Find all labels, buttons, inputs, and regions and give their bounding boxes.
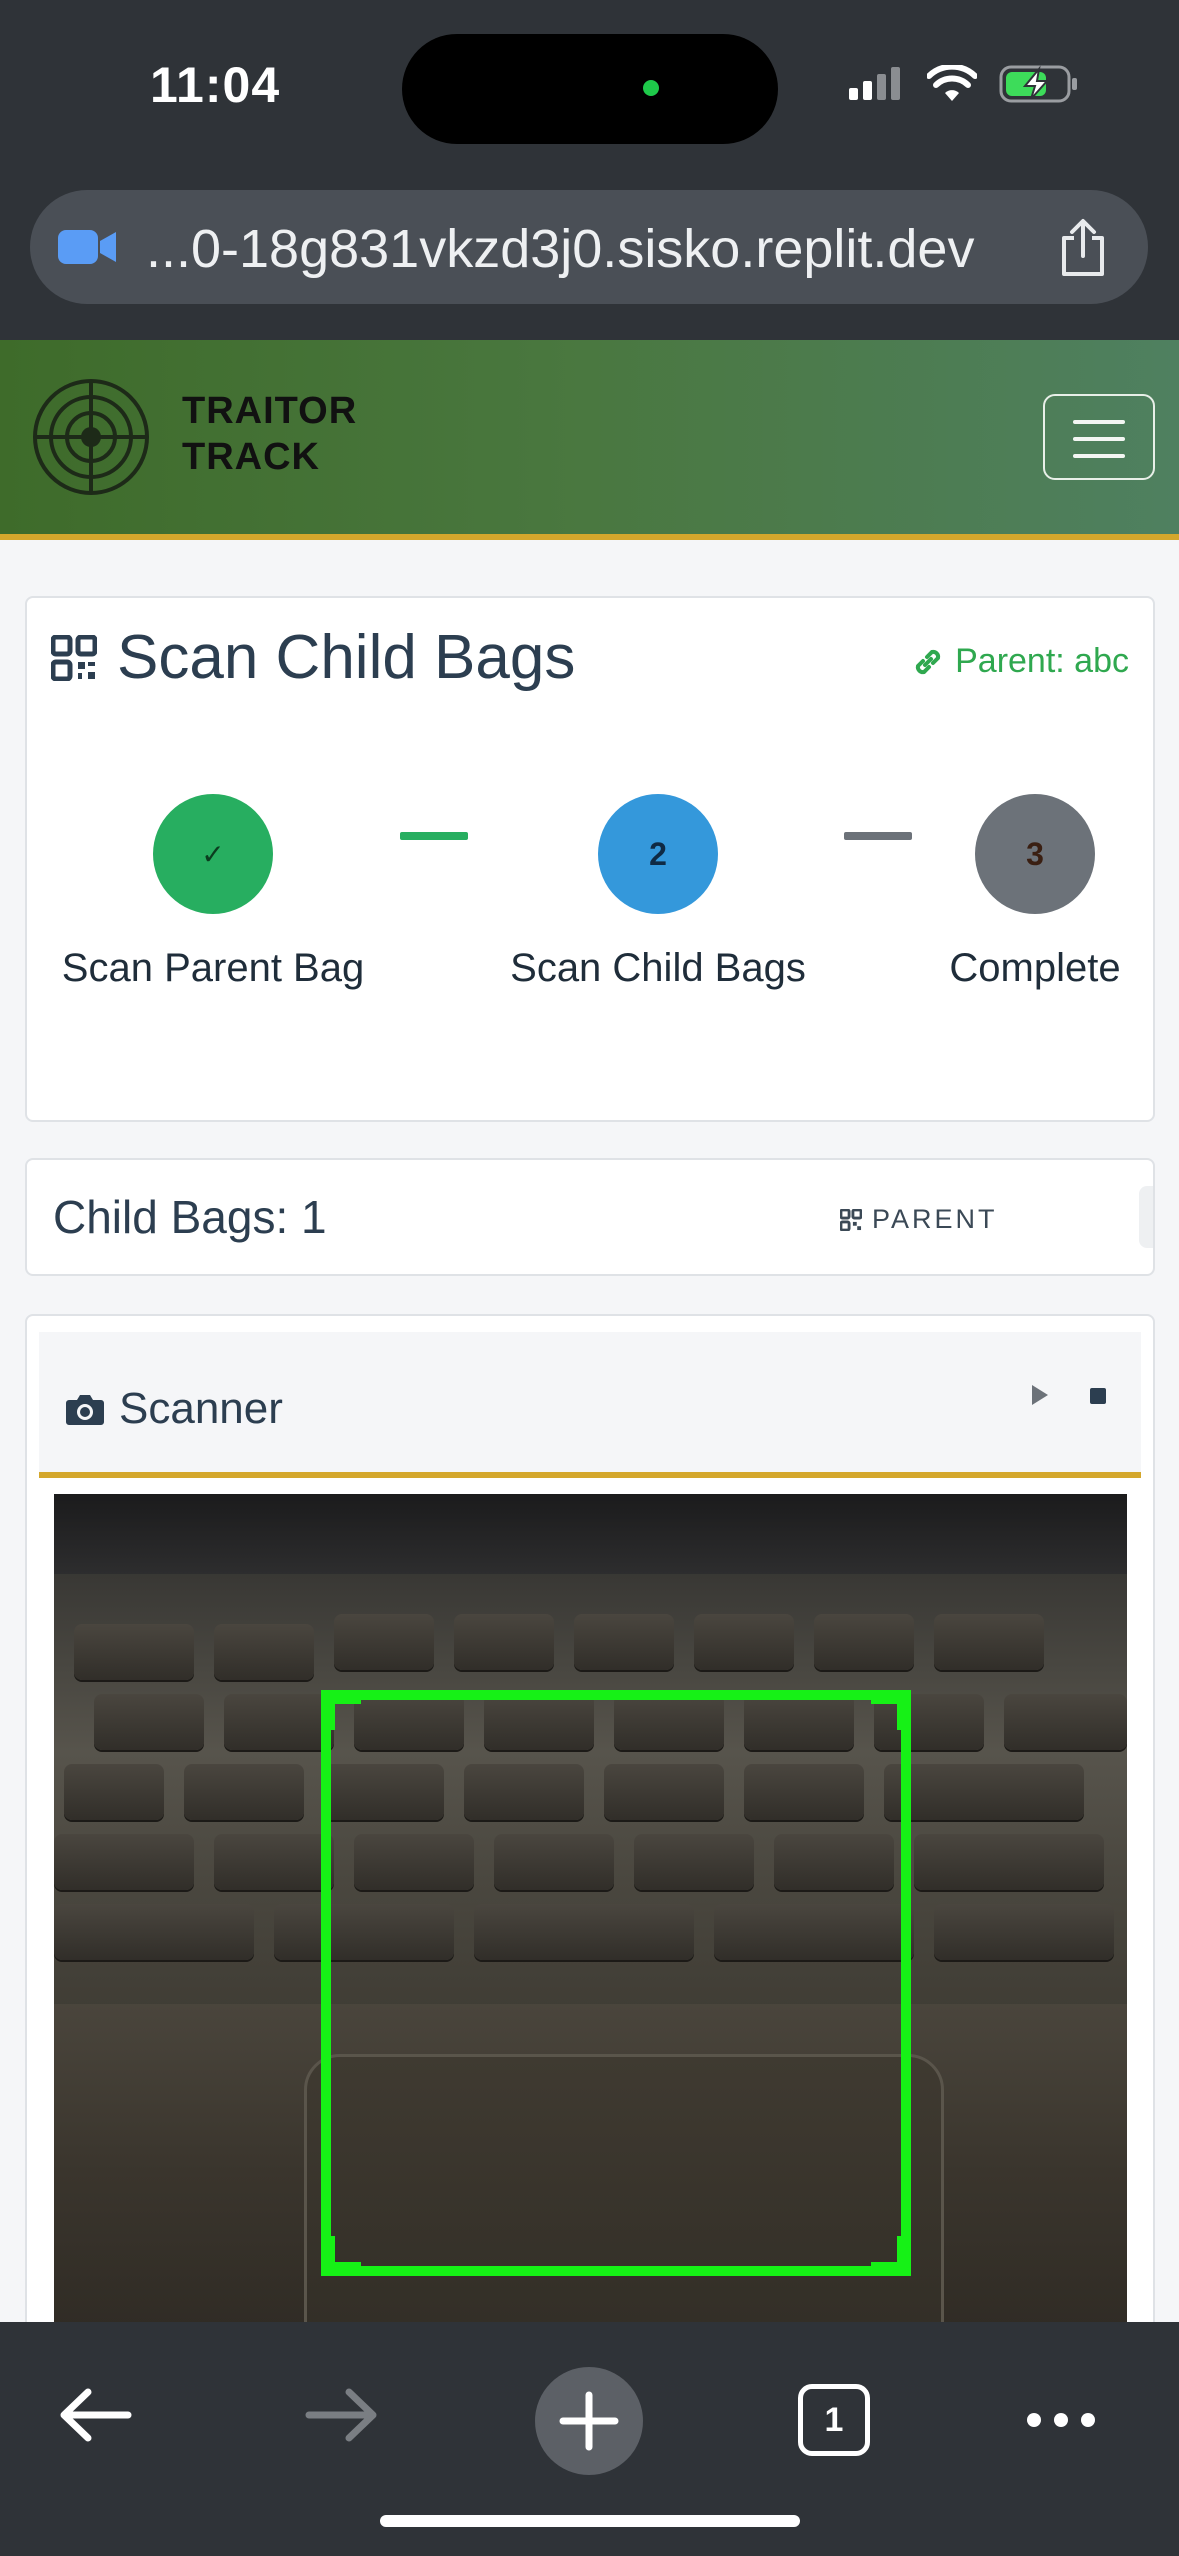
wifi-icon	[927, 65, 977, 101]
child-bags-count: Child Bags: 1	[53, 1191, 327, 1243]
status-icons	[847, 64, 1079, 104]
brand-line-1: TRAITOR	[182, 390, 358, 432]
new-tab-button[interactable]	[535, 2367, 643, 2475]
status-time: 11:04	[150, 57, 281, 113]
step-connector-1	[400, 832, 468, 840]
camera-feed[interactable]	[54, 1494, 1127, 2416]
child-count-card: Child Bags: 1 PARENT	[25, 1158, 1155, 1276]
dynamic-island	[402, 34, 778, 144]
page-title: Scan Child Bags	[117, 623, 576, 692]
play-icon[interactable]	[1029, 1382, 1051, 1408]
step-3-circle: 3	[975, 794, 1095, 914]
progress-card: Scan Child Bags Parent: abc ✓ Scan Paren…	[25, 596, 1155, 1122]
scanner-header: Scanner	[39, 1332, 1141, 1478]
app-header: TRAITOR TRACK	[0, 340, 1179, 540]
share-icon[interactable]	[1058, 218, 1108, 278]
camera-icon	[66, 1395, 104, 1425]
scroll-edge	[1139, 1186, 1153, 1248]
hamburger-menu-button[interactable]	[1043, 394, 1155, 480]
brand-line-2: TRACK	[182, 436, 320, 478]
scanner-title-text: Scanner	[119, 1384, 283, 1433]
back-arrow-icon[interactable]	[58, 2384, 132, 2446]
brand-name[interactable]: TRAITOR TRACK	[182, 388, 357, 480]
video-camera-icon	[58, 230, 116, 264]
parent-link-text: Parent: abc	[955, 642, 1129, 680]
link-icon	[916, 649, 941, 674]
parent-button-label: PARENT	[872, 1204, 998, 1234]
step-3-label: Complete	[949, 946, 1121, 990]
plus-icon	[559, 2391, 619, 2451]
address-bar[interactable]: ...0-18g831vkzd3j0.sisko.replit.dev	[30, 190, 1148, 304]
url-text: ...0-18g831vkzd3j0.sisko.replit.dev	[146, 219, 975, 279]
browser-top-bar: 11:04 ...0-18g831vkzd3j0.sisko.replit.de…	[0, 0, 1179, 340]
title-row: Scan Child Bags	[51, 622, 575, 693]
step-2-label: Scan Child Bags	[510, 946, 806, 990]
step-2-circle: 2	[598, 794, 718, 914]
crosshair-logo-icon[interactable]	[30, 376, 152, 498]
tab-switcher-button[interactable]: 1	[798, 2384, 870, 2456]
step-3-number: 3	[1026, 835, 1044, 872]
scanner-title: Scanner	[65, 1384, 283, 1434]
parent-link[interactable]: Parent: abc	[911, 642, 1129, 681]
step-2-number: 2	[649, 835, 667, 872]
battery-charging-icon	[999, 65, 1077, 103]
camera-scene-top	[54, 1494, 1127, 1574]
qr-code-small-icon	[840, 1208, 862, 1231]
tab-count: 1	[824, 2400, 844, 2439]
parent-button[interactable]: PARENT	[840, 1204, 998, 1235]
scanner-card: Scanner	[25, 1314, 1155, 2416]
camera-indicator-dot	[643, 80, 659, 96]
stop-icon[interactable]	[1090, 1388, 1106, 1404]
check-icon: ✓	[201, 838, 225, 870]
step-connector-2	[844, 832, 912, 840]
scan-target-frame	[321, 1690, 911, 2276]
qr-code-icon	[51, 634, 97, 681]
signal-icon	[849, 67, 900, 100]
more-menu-icon[interactable]	[1024, 2408, 1098, 2432]
step-1-circle: ✓	[153, 794, 273, 914]
step-1-label: Scan Parent Bag	[61, 946, 365, 990]
forward-arrow-icon[interactable]	[305, 2384, 379, 2446]
home-indicator[interactable]	[380, 2515, 800, 2527]
